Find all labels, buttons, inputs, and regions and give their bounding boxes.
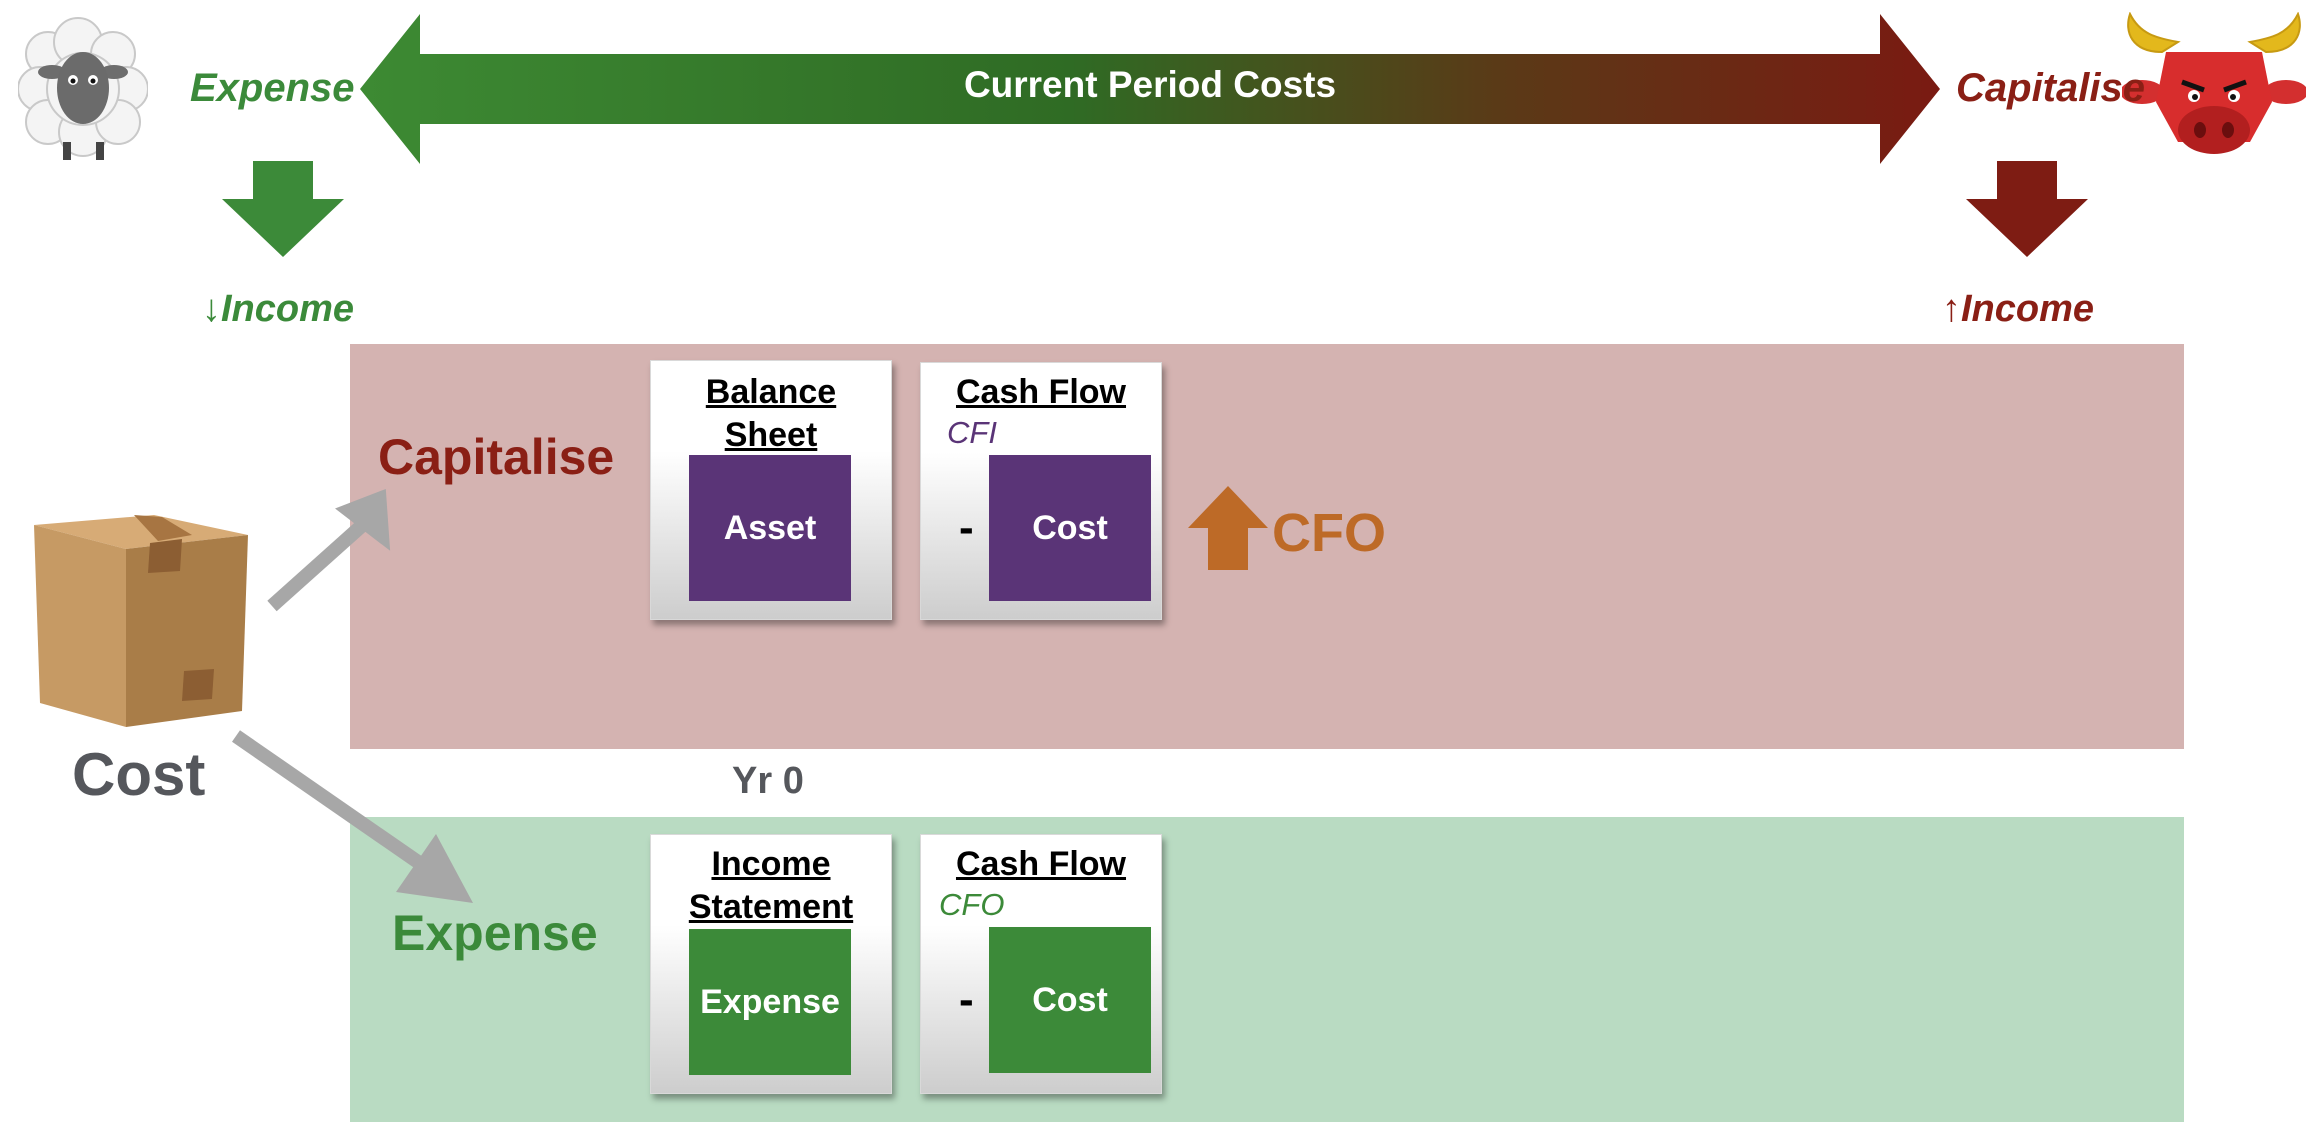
cash-flow-card-cfi: Cash Flow CFI - Cost <box>920 362 1162 620</box>
balance-sheet-title-line1: Balance <box>705 373 837 411</box>
cfo-effect-label: CFO <box>1272 503 1386 563</box>
expense-box: Expense <box>689 929 851 1075</box>
cash-flow-title: Cash Flow <box>955 373 1127 411</box>
income-statement-title-line1: Income <box>711 845 831 883</box>
current-period-costs-label: Current Period Costs <box>963 64 1337 105</box>
cfo-cost-box: Cost <box>989 927 1151 1073</box>
cardboard-box-icon <box>34 515 248 727</box>
arrow-to-capitalise-icon <box>267 488 391 612</box>
cost-source-label: Cost <box>72 741 206 808</box>
capitalise-path-label: Capitalise <box>378 429 615 485</box>
red-down-arrow-icon <box>1966 161 2088 257</box>
cfi-sublabel: CFI <box>947 415 997 450</box>
decreased-income-label: ↓Income <box>202 288 355 330</box>
income-statement-title-line2: Statement <box>688 888 854 926</box>
green-down-arrow-icon <box>222 161 344 257</box>
cfo-sublabel: CFO <box>939 887 1005 922</box>
year-label: Yr 0 <box>732 760 804 802</box>
bull-icon <box>2122 12 2306 154</box>
balance-sheet-title-line2: Sheet <box>724 416 818 454</box>
expense-end-label: Expense <box>190 66 355 110</box>
cfi-cost-box: Cost <box>989 455 1151 601</box>
expense-path-label: Expense <box>392 905 598 961</box>
expense-band <box>350 817 2184 1122</box>
orange-up-arrow-icon <box>1188 486 1268 570</box>
arrow-to-expense-icon <box>232 730 473 903</box>
minus-sign: - <box>959 503 974 552</box>
minus-sign-cfo: - <box>959 975 974 1024</box>
balance-sheet-card: Balance Sheet Asset <box>650 360 892 620</box>
asset-box: Asset <box>689 455 851 601</box>
cash-flow-title-cfo: Cash Flow <box>955 845 1127 883</box>
sheep-icon <box>18 17 148 160</box>
increased-income-label: ↑Income <box>1942 288 2095 330</box>
capitalise-end-label: Capitalise <box>1956 66 2145 110</box>
income-statement-card: Income Statement Expense <box>650 834 892 1094</box>
cash-flow-card-cfo: Cash Flow CFO - Cost <box>920 834 1162 1094</box>
